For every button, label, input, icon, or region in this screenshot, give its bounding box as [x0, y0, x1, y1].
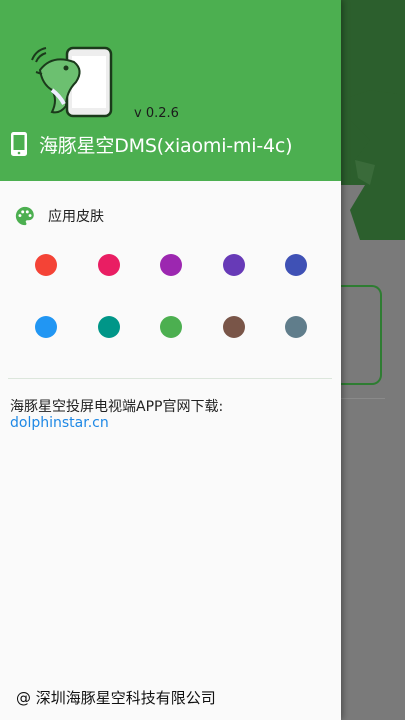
download-link[interactable]: dolphinstar.cn	[10, 415, 109, 431]
color-swatch[interactable]	[35, 316, 57, 338]
app-version: v 0.2.6	[134, 106, 179, 121]
color-swatch[interactable]	[285, 254, 307, 276]
background-map-image	[340, 90, 405, 240]
app-skin-section-header: 应用皮肤	[14, 205, 104, 227]
company-footer: @ 深圳海豚星空科技有限公司	[16, 689, 216, 707]
color-swatch[interactable]	[160, 316, 182, 338]
color-swatch[interactable]	[222, 254, 245, 276]
color-swatch[interactable]	[222, 316, 245, 338]
swatch-row	[35, 254, 307, 276]
phone-icon	[11, 132, 27, 156]
color-swatch[interactable]	[160, 254, 182, 276]
color-swatch[interactable]	[285, 316, 307, 338]
divider	[8, 378, 332, 379]
color-swatch[interactable]	[97, 254, 120, 276]
app-skin-label: 应用皮肤	[48, 209, 104, 225]
palette-icon	[15, 206, 34, 226]
navigation-drawer: v 0.2.6 海豚星空DMS(xiaomi-mi-4c) 应用皮肤 海豚星空投…	[0, 0, 341, 720]
color-swatch-grid	[35, 254, 307, 378]
device-title: 海豚星空DMS(xiaomi-mi-4c)	[39, 135, 293, 157]
swatch-row	[35, 316, 307, 338]
download-description: 海豚星空投屏电视端APP官网下载:	[10, 399, 224, 415]
color-swatch[interactable]	[97, 316, 120, 338]
color-swatch[interactable]	[35, 254, 57, 276]
drawer-header: v 0.2.6 海豚星空DMS(xiaomi-mi-4c)	[0, 0, 341, 181]
dolphin-phone-logo-icon	[31, 46, 113, 118]
